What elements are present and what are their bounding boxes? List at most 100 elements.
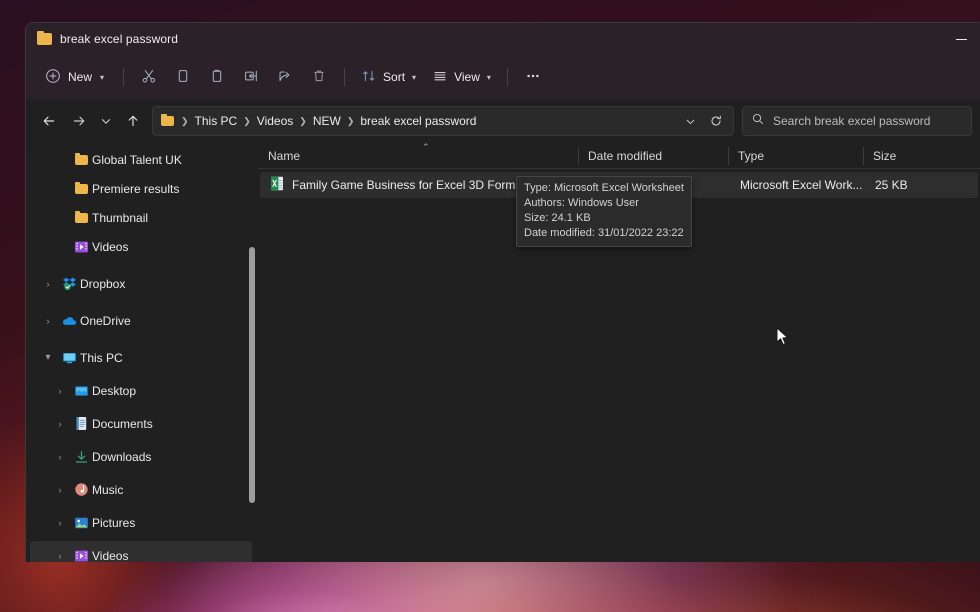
sidebar-item-music[interactable]: › Music: [30, 475, 252, 504]
caption-buttons: [938, 23, 980, 55]
videos-folder-icon: [70, 240, 92, 254]
trash-icon: [311, 68, 327, 87]
mouse-pointer-icon: [776, 327, 790, 352]
music-icon: [70, 482, 92, 497]
sidebar-item-label: Thumbnail: [92, 210, 149, 225]
folder-icon: [70, 152, 92, 165]
downloads-icon: [70, 450, 92, 464]
onedrive-cloud-icon: [58, 314, 80, 327]
sort-ascending-caret-icon: ⌃: [422, 142, 430, 152]
column-header-date-modified[interactable]: Date modified: [578, 143, 728, 169]
up-button[interactable]: [118, 106, 148, 136]
back-button[interactable]: [34, 106, 64, 136]
search-input[interactable]: [773, 114, 963, 128]
chevron-right-icon[interactable]: ›: [50, 551, 70, 561]
toolbar-divider: [123, 68, 125, 86]
address-bar-actions: [677, 108, 731, 134]
column-header-size-label: Size: [873, 148, 897, 163]
chevron-right-icon[interactable]: ›: [50, 419, 70, 429]
sort-button[interactable]: Sort ▾: [354, 62, 423, 92]
window-title: break excel password: [60, 32, 179, 46]
breadcrumb-item-new[interactable]: NEW: [308, 112, 346, 130]
command-toolbar: New ▾ Sort ▾ View ▾: [26, 55, 980, 99]
sidebar-item-label: Dropbox: [80, 276, 126, 291]
paste-button[interactable]: [201, 62, 233, 92]
new-button[interactable]: New ▾: [38, 62, 114, 92]
column-header-name-label: Name: [268, 148, 301, 163]
chevron-right-icon[interactable]: ›: [50, 485, 70, 495]
chevron-right-icon[interactable]: ›: [50, 518, 70, 528]
view-button[interactable]: View ▾: [425, 62, 498, 92]
chevron-down-icon[interactable]: ▾: [38, 352, 58, 363]
sidebar-item-dropbox[interactable]: › Dropbox: [30, 269, 252, 298]
sidebar-item-label: Pictures: [92, 515, 136, 530]
forward-button[interactable]: [64, 106, 94, 136]
see-more-button[interactable]: [517, 62, 549, 92]
chevron-down-icon: ▾: [412, 72, 417, 82]
sort-arrows-icon: [361, 68, 377, 87]
search-icon: [751, 112, 765, 131]
sidebar-item-premiere-results[interactable]: Premiere results: [30, 174, 252, 203]
excel-file-icon: [270, 176, 284, 194]
minimize-button[interactable]: [938, 23, 980, 55]
sort-button-label: Sort: [383, 70, 406, 84]
column-header-size[interactable]: Size: [863, 143, 943, 169]
file-tooltip: Type: Microsoft Excel Worksheet Authors:…: [516, 176, 692, 247]
address-bar-row: ❯ This PC ❯ Videos ❯ NEW ❯ break excel p…: [26, 99, 980, 143]
cut-button[interactable]: [133, 62, 165, 92]
tooltip-line-authors: Authors: Windows User: [524, 197, 639, 209]
breadcrumb-item-this-pc[interactable]: This PC: [190, 112, 243, 130]
sidebar-item-downloads[interactable]: › Downloads: [30, 442, 252, 471]
file-type-cell: Microsoft Excel Work...: [730, 178, 865, 192]
breadcrumb-separator: ❯: [299, 115, 307, 126]
column-header-name[interactable]: Name: [258, 143, 578, 169]
breadcrumb-separator: ❯: [181, 115, 189, 126]
search-box[interactable]: [742, 106, 972, 136]
window-body: Global Talent UK Premiere results Thumbn…: [26, 142, 980, 562]
file-size-label: 25 KB: [875, 178, 908, 192]
clipboard-icon: [209, 68, 225, 87]
share-button[interactable]: [269, 62, 301, 92]
chevron-right-icon[interactable]: ›: [38, 316, 58, 326]
breadcrumb-separator: ❯: [346, 115, 355, 126]
copy-button[interactable]: [167, 62, 199, 92]
toolbar-divider-3: [506, 68, 508, 86]
recent-locations-button[interactable]: [94, 106, 118, 136]
refresh-button[interactable]: [703, 108, 729, 134]
column-header-date-label: Date modified: [588, 148, 663, 163]
column-header-type[interactable]: Type: [728, 143, 863, 169]
sidebar-scrollbar[interactable]: [249, 247, 255, 503]
sidebar-item-pictures[interactable]: › Pictures: [30, 508, 252, 537]
new-button-label: New: [68, 70, 93, 84]
rename-button[interactable]: [235, 62, 267, 92]
sidebar-item-videos-top[interactable]: Videos: [30, 232, 252, 261]
chevron-right-icon[interactable]: ›: [50, 452, 70, 462]
delete-button[interactable]: [303, 62, 335, 92]
file-size-cell: 25 KB: [865, 178, 945, 192]
address-dropdown-button[interactable]: [677, 108, 703, 134]
plus-circle-icon: [45, 68, 61, 87]
sidebar-item-this-pc[interactable]: ▾ This PC: [30, 343, 252, 372]
share-icon: [277, 68, 293, 87]
chevron-right-icon[interactable]: ›: [50, 386, 70, 396]
sidebar-item-desktop[interactable]: › Desktop: [30, 376, 252, 405]
folder-icon: [37, 30, 52, 45]
sidebar-item-label: Videos: [92, 548, 129, 563]
sidebar-item-onedrive[interactable]: › OneDrive: [30, 306, 252, 335]
file-explorer-window: break excel password New ▾ Sort ▾ View ▾…: [25, 22, 980, 562]
tooltip-line-size: Size: 24.1 KB: [524, 212, 591, 224]
chevron-down-icon: ▾: [100, 72, 105, 82]
tooltip-line-type: Type: Microsoft Excel Worksheet: [524, 182, 684, 194]
breadcrumb-item-current[interactable]: break excel password: [355, 112, 481, 130]
chevron-down-icon: ▾: [486, 72, 491, 82]
breadcrumb-item-videos[interactable]: Videos: [252, 112, 298, 130]
ellipsis-icon: [524, 68, 542, 87]
chevron-right-icon[interactable]: ›: [38, 279, 58, 289]
sidebar-item-global-talent-uk[interactable]: Global Talent UK: [30, 145, 252, 174]
sidebar-item-thumbnail[interactable]: Thumbnail: [30, 203, 252, 232]
sidebar-item-label: Downloads: [92, 449, 152, 464]
breadcrumb-address-bar[interactable]: ❯ This PC ❯ Videos ❯ NEW ❯ break excel p…: [152, 106, 734, 136]
navigation-pane: Global Talent UK Premiere results Thumbn…: [26, 143, 258, 562]
sidebar-item-documents[interactable]: › Documents: [30, 409, 252, 438]
sidebar-item-videos[interactable]: › Videos: [30, 541, 252, 562]
